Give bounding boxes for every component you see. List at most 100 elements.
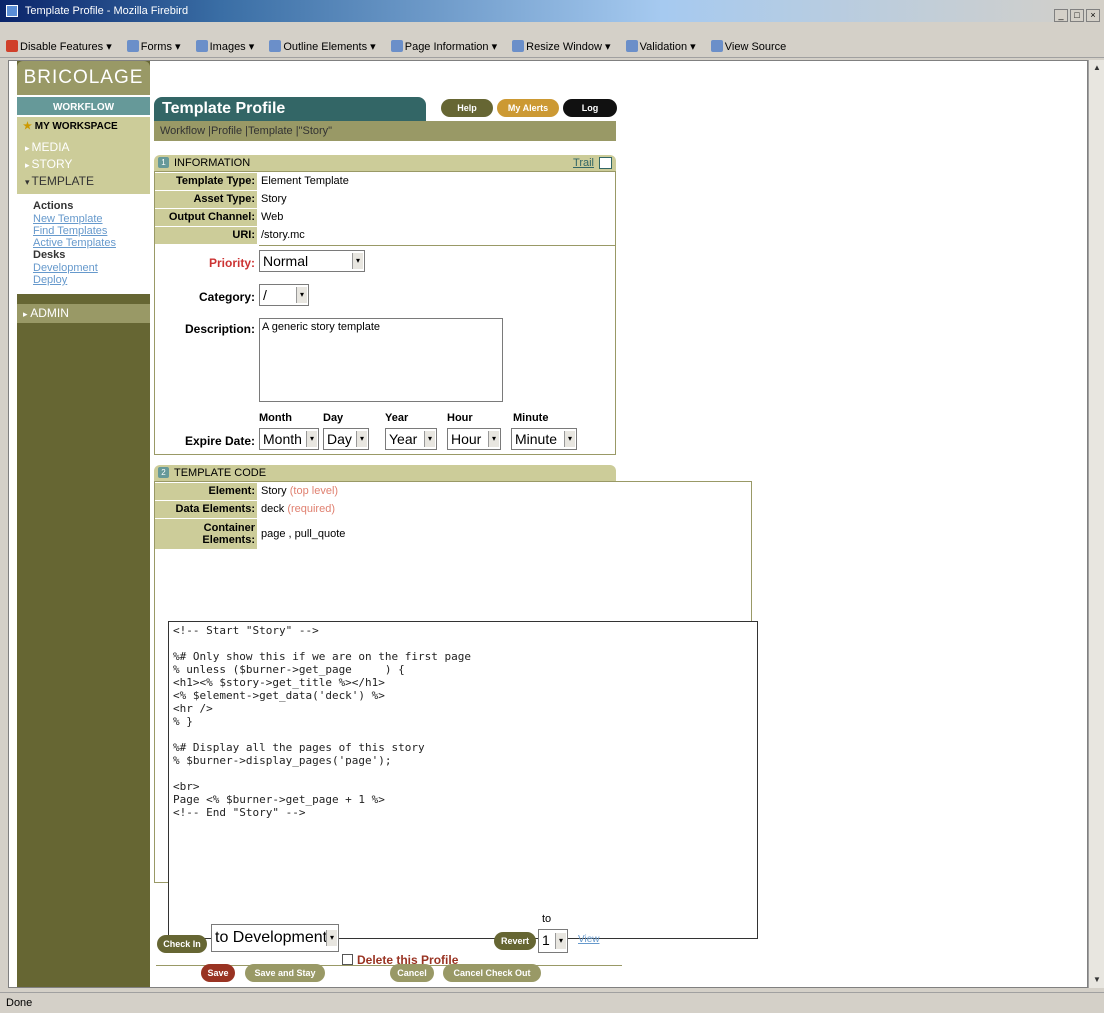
active-templates-link[interactable]: Active Templates — [33, 237, 150, 249]
breadcrumb: Workflow |Profile |Template |"Story" — [154, 121, 616, 141]
revert-to-label: to — [542, 913, 552, 925]
actions-heading: Actions — [33, 200, 74, 212]
toolbar-forms[interactable]: Forms ▾ — [126, 36, 181, 58]
status-bar: Done — [0, 992, 1104, 1012]
save-and-stay-button[interactable]: Save and Stay — [245, 964, 325, 982]
chevron-down-icon: ▾ — [326, 930, 337, 946]
window-controls: _ □ × — [1052, 4, 1100, 26]
workflow-sections: ▸ MEDIA ▸ STORY ▾ TEMPLATE — [17, 137, 150, 194]
chevron-down-icon: ▾ — [564, 431, 575, 447]
triangle-right-icon: ▸ — [25, 143, 30, 153]
template-submenu: Actions New Template Find Templates Acti… — [17, 194, 150, 294]
description-label: Description: — [184, 322, 255, 336]
version-select[interactable]: 1 ▾ — [538, 929, 568, 953]
delete-profile-checkbox[interactable] — [342, 954, 353, 965]
maximize-button[interactable]: □ — [1070, 9, 1084, 22]
priority-label: Priority: — [208, 256, 255, 270]
minimize-button[interactable]: _ — [1054, 9, 1068, 22]
browser-icon — [6, 5, 18, 18]
sidebar-item-template[interactable]: ▾ TEMPLATE — [17, 173, 150, 190]
cancel-check-out-button[interactable]: Cancel Check Out — [443, 964, 541, 982]
sidebar-item-media[interactable]: ▸ MEDIA — [17, 139, 150, 156]
toolbar-view-source[interactable]: View Source — [710, 36, 786, 58]
window-titlebar: Template Profile - Mozilla Firebird _ □ × — [0, 0, 1104, 22]
new-template-link[interactable]: New Template — [33, 213, 150, 225]
category-select[interactable]: / ▾ — [259, 284, 309, 306]
chevron-down-icon: ▾ — [352, 253, 363, 269]
template-code-editor[interactable]: <!-- Start "Story" --> %# Only show this… — [168, 621, 758, 939]
template-code-section-header: 2 TEMPLATE CODE — [154, 465, 616, 481]
priority-select[interactable]: Normal ▾ — [259, 250, 365, 272]
bricolage-logo: BRICOLAGE — [17, 61, 150, 95]
trail-icon[interactable] — [599, 157, 612, 169]
my-workspace-link[interactable]: ★ MY WORKSPACE — [17, 117, 150, 137]
template-code-title: TEMPLATE CODE — [174, 467, 267, 479]
pencil-icon — [269, 40, 282, 52]
find-templates-link[interactable]: Find Templates — [33, 225, 150, 237]
deploy-desk-link[interactable]: Deploy — [33, 274, 150, 286]
cancel-button[interactable]: Cancel — [390, 964, 434, 982]
section-number: 1 — [158, 157, 169, 168]
sidebar-item-story[interactable]: ▸ STORY — [17, 156, 150, 173]
toolbar-validation[interactable]: Validation ▾ — [625, 36, 696, 58]
expire-hour-select[interactable]: Hour ▾ — [447, 428, 501, 450]
scroll-up-icon[interactable]: ▲ — [1091, 62, 1103, 74]
expire-minute-select[interactable]: Minute ▾ — [511, 428, 577, 450]
info-icon — [390, 40, 403, 52]
asset-type-row: Asset Type: Story — [155, 191, 615, 208]
description-textarea[interactable]: A generic story template — [259, 318, 503, 402]
desk-select[interactable]: to Development ▾ — [211, 924, 339, 952]
output-channel-row: Output Channel: Web — [155, 209, 615, 226]
hour-heading: Hour — [447, 412, 473, 424]
expire-date-label: Expire Date: — [184, 434, 255, 448]
day-heading: Day — [323, 412, 344, 424]
triangle-down-icon: ▾ — [25, 177, 30, 187]
scroll-down-icon[interactable]: ▼ — [1091, 974, 1103, 986]
toolbar-resize-window[interactable]: Resize Window ▾ — [512, 36, 611, 58]
template-type-row: Template Type: Element Template — [155, 173, 615, 190]
log-out-button[interactable]: Log Out — [563, 99, 617, 131]
information-title: INFORMATION — [174, 157, 251, 169]
save-button[interactable]: Save — [201, 964, 235, 982]
validation-icon — [625, 40, 638, 52]
close-button[interactable]: × — [1086, 9, 1100, 22]
container-elements-row: Container Elements: page , pull_quote — [155, 519, 615, 549]
month-heading: Month — [259, 412, 292, 424]
disable-icon — [6, 40, 18, 52]
expire-year-select[interactable]: Year ▾ — [385, 428, 437, 450]
information-panel: Template Type: Element Template Asset Typ… — [154, 171, 616, 455]
chevron-down-icon: ▾ — [296, 287, 307, 303]
expire-month-select[interactable]: Month ▾ — [259, 428, 319, 450]
source-icon — [710, 40, 723, 52]
chevron-down-icon: ▾ — [306, 431, 317, 447]
year-heading: Year — [385, 412, 409, 424]
check-in-button[interactable]: Check In — [157, 935, 207, 953]
triangle-right-icon: ▸ — [23, 309, 28, 319]
revert-button[interactable]: Revert — [494, 932, 536, 950]
workflow-tab[interactable]: WORKFLOW — [17, 95, 150, 117]
trail-link[interactable]: Trail — [573, 155, 594, 171]
chevron-down-icon: ▾ — [488, 431, 499, 447]
sidebar-item-admin[interactable]: ▸ ADMIN — [17, 304, 150, 323]
toolbar-outline-elements[interactable]: Outline Elements ▾ — [269, 36, 376, 58]
sidebar: BRICOLAGE WORKFLOW ★ MY WORKSPACE ▸ MEDIA… — [17, 61, 150, 987]
vertical-scrollbar[interactable]: ▲ ▼ — [1088, 60, 1104, 988]
my-alerts-button[interactable]: My Alerts — [497, 99, 559, 117]
developer-toolbar: Disable Features ▾ Forms ▾ Images ▾ Outl… — [0, 36, 1104, 58]
desks-heading: Desks — [33, 249, 66, 261]
star-icon: ★ — [23, 121, 32, 132]
help-button[interactable]: Help — [441, 99, 493, 117]
page-title: Template Profile — [154, 97, 426, 121]
information-section-header: 1 INFORMATION Trail — [154, 155, 616, 171]
chevron-down-icon: ▾ — [356, 431, 367, 447]
view-link[interactable]: View — [578, 934, 600, 945]
development-desk-link[interactable]: Development — [33, 262, 150, 274]
chevron-down-icon: ▾ — [424, 431, 435, 447]
toolbar-page-information[interactable]: Page Information ▾ — [390, 36, 497, 58]
expire-day-select[interactable]: Day ▾ — [323, 428, 369, 450]
chevron-down-icon: ▾ — [555, 933, 566, 949]
toolbar-images[interactable]: Images ▾ — [195, 36, 254, 58]
minute-heading: Minute — [513, 412, 549, 424]
toolbar-disable-features[interactable]: Disable Features ▾ — [6, 36, 112, 58]
section-number: 2 — [158, 467, 169, 478]
